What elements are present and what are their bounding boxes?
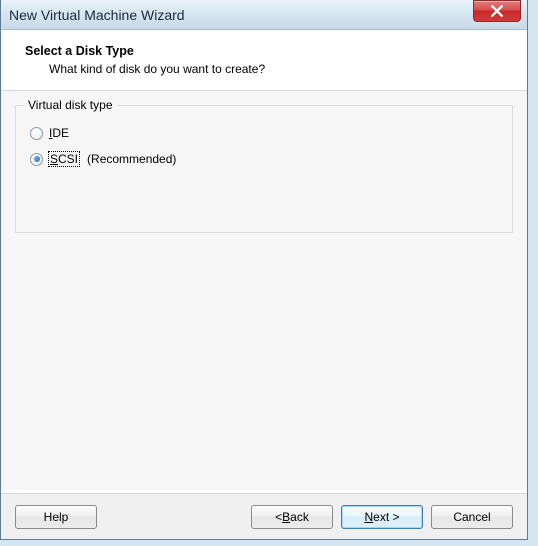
radio-icon: [30, 127, 43, 140]
cancel-button[interactable]: Cancel: [431, 505, 513, 529]
radio-selected-dot: [34, 156, 40, 162]
close-icon: [491, 5, 503, 17]
disk-type-group: Virtual disk type IDE SCSI (Recommended): [15, 105, 513, 233]
back-button[interactable]: < Back: [251, 505, 333, 529]
radio-label-ide: IDE: [49, 126, 69, 140]
radio-icon: [30, 153, 43, 166]
radio-option-ide[interactable]: IDE: [28, 120, 500, 146]
close-button[interactable]: [473, 0, 521, 22]
page-subtitle: What kind of disk do you want to create?: [49, 62, 503, 76]
group-legend: Virtual disk type: [24, 98, 117, 112]
titlebar: New Virtual Machine Wizard: [1, 0, 527, 30]
wizard-footer: Help < Back Next > Cancel: [1, 493, 527, 539]
radio-option-scsi[interactable]: SCSI (Recommended): [28, 146, 500, 172]
recommended-label: (Recommended): [87, 152, 176, 166]
wizard-window: New Virtual Machine Wizard Select a Disk…: [0, 0, 528, 540]
next-button[interactable]: Next >: [341, 505, 423, 529]
page-title: Select a Disk Type: [25, 44, 503, 58]
content-area: Virtual disk type IDE SCSI (Recommended): [1, 91, 527, 490]
radio-label-scsi: SCSI: [49, 152, 79, 166]
window-title: New Virtual Machine Wizard: [9, 7, 185, 23]
help-button[interactable]: Help: [15, 505, 97, 529]
wizard-header: Select a Disk Type What kind of disk do …: [1, 30, 527, 91]
